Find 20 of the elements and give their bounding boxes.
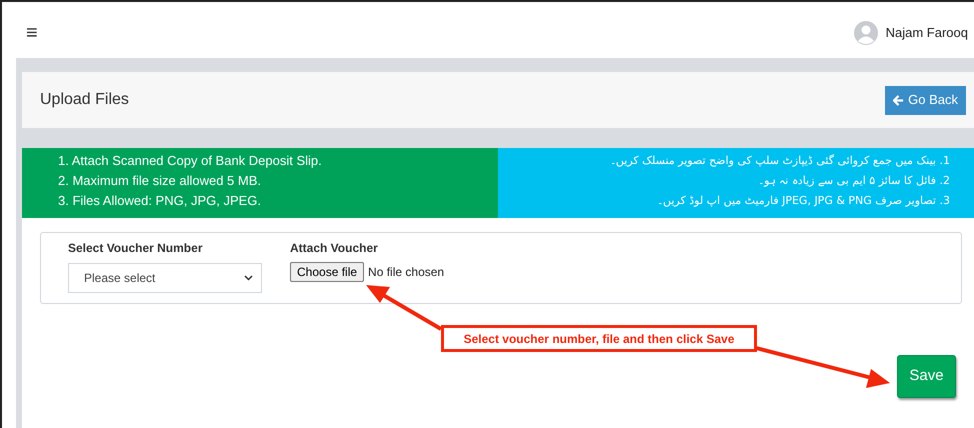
file-status: No file chosen	[368, 264, 444, 281]
instruction-text: 1. بینک میں جمع کروائی گئی ڈیپازٹ سلپ کی واضح تصویر منسلک کریں۔	[610, 153, 950, 169]
arrow-left-icon	[893, 94, 904, 106]
avatar-icon[interactable]	[854, 21, 878, 45]
voucher-select[interactable]: Please select	[68, 263, 262, 293]
chevron-down-icon	[244, 275, 253, 281]
instruction-text: 3. Files Allowed: PNG, JPG, JPEG.	[58, 192, 262, 210]
go-back-button[interactable]: Go Back	[885, 86, 966, 114]
choose-file-button[interactable]: Choose file	[290, 262, 364, 282]
menu-icon[interactable]: ≡	[26, 23, 38, 43]
instruction-text: 1. Attach Scanned Copy of Bank Deposit Slip.	[58, 152, 323, 170]
instruction-text: 2. فائل کا سائز ۵ ایم بی سے زیادہ نہ ہو۔	[758, 173, 950, 189]
instruction-text: 3. تصاویر صرف JPEG, JPG & PNG فارمیٹ میں اپ لوڈ کریں۔	[657, 193, 950, 209]
field-label: Select Voucher Number	[68, 240, 204, 257]
callout-text: Select voucher number, file and then click Save	[464, 330, 734, 348]
field-label: Attach Voucher	[290, 240, 379, 257]
page-title: Upload Files	[40, 90, 129, 110]
user-name[interactable]: Najam Farooq	[886, 23, 968, 43]
instruction-text: 2. Maximum file size allowed 5 MB.	[58, 172, 262, 190]
select-placeholder: Please select	[84, 270, 156, 287]
